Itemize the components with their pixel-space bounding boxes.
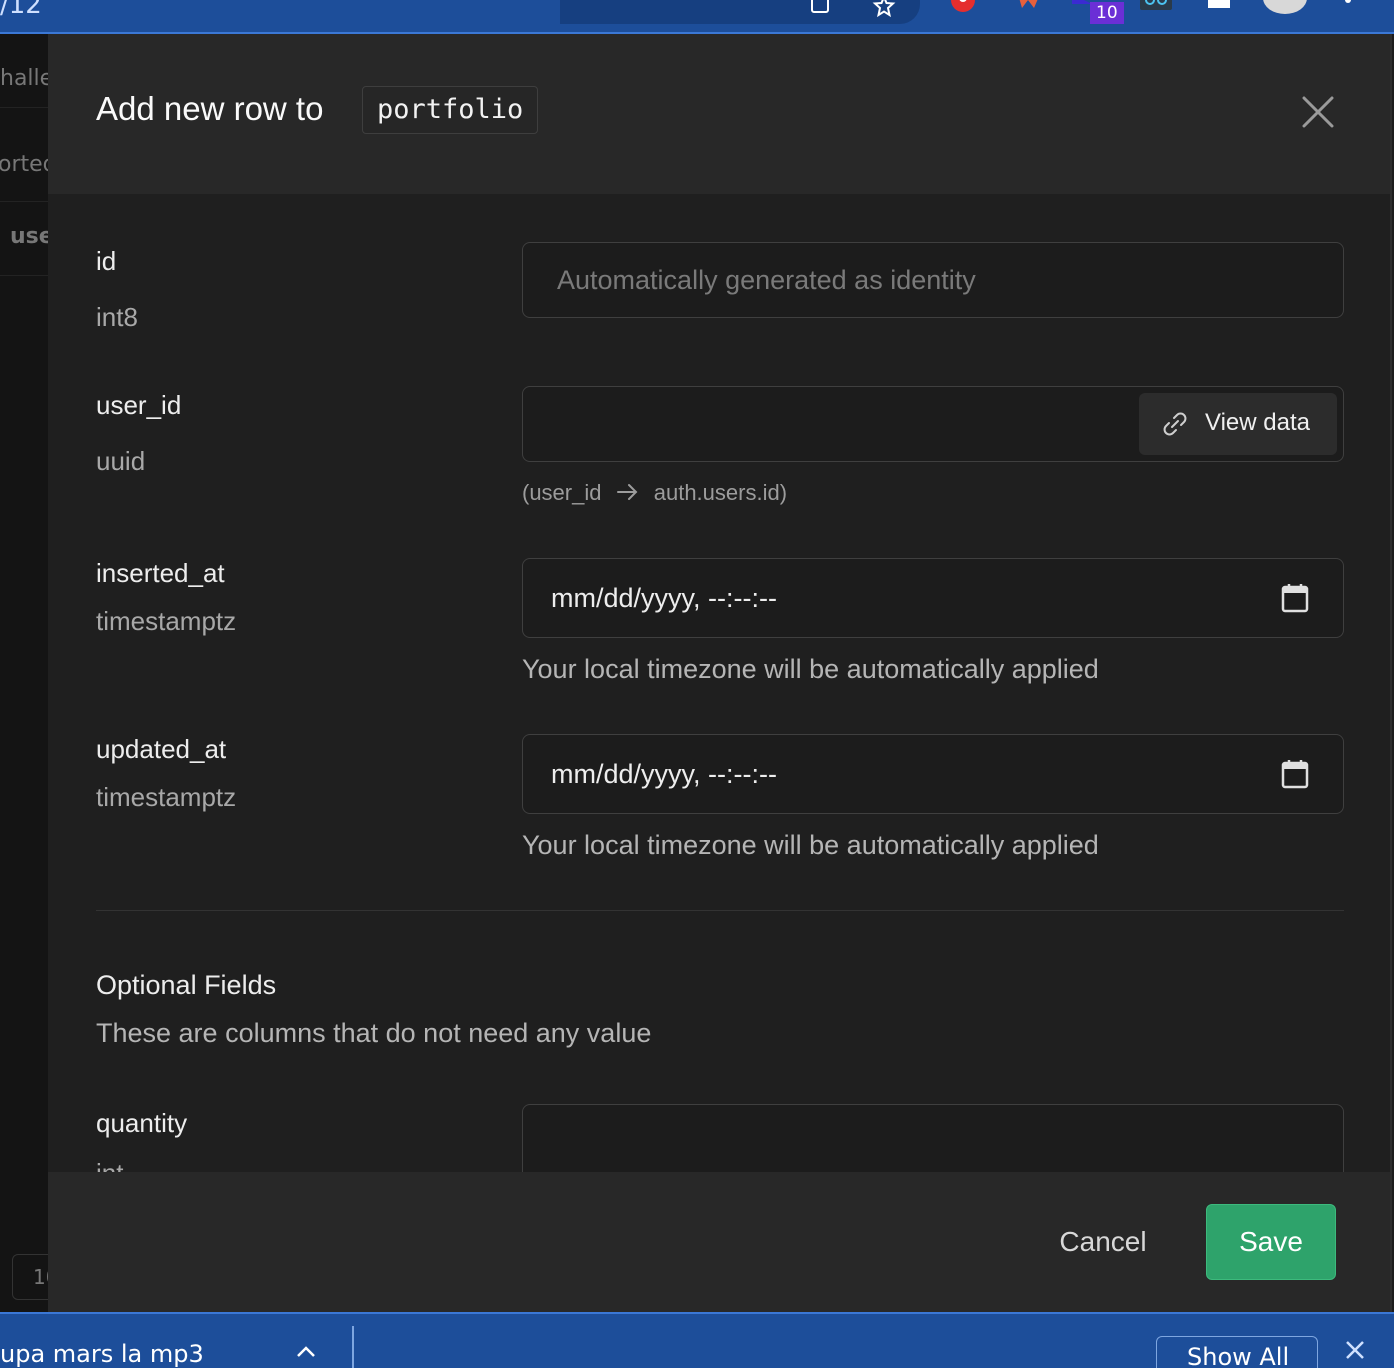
id-input[interactable]: Automatically generated as identity [522, 242, 1344, 318]
view-data-label: View data [1205, 409, 1310, 436]
updated-at-value: mm/dd/yyyy, --:--:-- [551, 759, 777, 789]
add-row-dialog: Add new row to portfolio id int8 Automat… [48, 34, 1392, 1312]
browser-menu-icon[interactable] [1340, 0, 1356, 24]
calendar-icon[interactable] [1281, 583, 1309, 613]
field-label-id: id [96, 246, 117, 276]
omnibox[interactable] [560, 0, 920, 24]
browser-toolbar: /12 10 [0, 0, 1394, 34]
optional-fields-title: Optional Fields [96, 970, 277, 1000]
field-type-updated-at: timestamptz [96, 782, 237, 812]
background-item[interactable]: use [0, 202, 48, 276]
profile-avatar-icon[interactable] [1262, 0, 1308, 24]
arrow-right-icon [616, 484, 638, 500]
background-item[interactable]: orted [0, 128, 48, 202]
timezone-hint: Your local timezone will be automaticall… [522, 830, 1099, 860]
url-text[interactable]: /12 [0, 0, 42, 20]
extension-glasses-icon[interactable] [1140, 0, 1172, 24]
extension-red-icon[interactable] [948, 0, 978, 24]
inserted-at-datetime-input[interactable]: mm/dd/yyyy, --:--:-- [522, 558, 1344, 638]
dialog-footer: Cancel Save [48, 1172, 1390, 1312]
download-file-name[interactable]: upa mars la mp3 [0, 1340, 204, 1368]
download-separator [352, 1326, 354, 1368]
extension-bookmark-icon[interactable] [1014, 0, 1044, 24]
view-data-button[interactable]: View data [1139, 393, 1337, 455]
extensions-puzzle-icon[interactable] [1206, 0, 1232, 24]
field-type-inserted-at: timestamptz [96, 606, 237, 636]
calendar-icon[interactable] [1281, 759, 1309, 789]
background-item[interactable]: halle [0, 34, 48, 108]
foreign-key-hint: (user_id auth.users.id) [522, 480, 787, 506]
field-type-id: int8 [96, 302, 138, 332]
download-bar: upa mars la mp3 Show All [0, 1312, 1394, 1368]
inserted-at-value: mm/dd/yyyy, --:--:-- [551, 583, 777, 613]
id-input-placeholder: Automatically generated as identity [557, 265, 976, 295]
section-divider [96, 910, 1344, 911]
close-icon [1302, 96, 1334, 128]
optional-fields-description: These are columns that do not need any v… [96, 1018, 652, 1048]
updated-at-datetime-input[interactable]: mm/dd/yyyy, --:--:-- [522, 734, 1344, 814]
close-icon[interactable] [1344, 1338, 1366, 1368]
show-all-button[interactable]: Show All [1156, 1336, 1318, 1368]
share-icon[interactable] [808, 0, 832, 24]
dialog-header: Add new row to portfolio [48, 34, 1390, 194]
table-name-chip: portfolio [362, 86, 539, 134]
timezone-hint: Your local timezone will be automaticall… [522, 654, 1099, 684]
save-button[interactable]: Save [1206, 1204, 1336, 1280]
field-label-quantity: quantity [96, 1108, 188, 1138]
background-sidebar: halle orted use 10 [0, 34, 48, 1314]
dialog-title: Add new row to [96, 90, 324, 127]
field-type-user-id: uuid [96, 446, 146, 476]
fk-source-column: (user_id [522, 480, 602, 505]
background-pager-input[interactable]: 10 [12, 1254, 48, 1300]
user-id-input[interactable]: View data [522, 386, 1344, 462]
extension-badge: 10 [1090, 2, 1124, 24]
fk-target-column: auth.users.id) [653, 480, 788, 505]
cancel-button[interactable]: Cancel [1038, 1204, 1168, 1280]
chevron-up-icon[interactable] [294, 1344, 318, 1364]
field-label-inserted-at: inserted_at [96, 558, 225, 588]
close-button[interactable] [1298, 92, 1338, 132]
link-icon [1163, 412, 1187, 436]
bookmark-star-icon[interactable] [872, 0, 896, 24]
extension-purple-icon[interactable] [1072, 0, 1092, 20]
field-label-updated-at: updated_at [96, 734, 227, 764]
field-label-user-id: user_id [96, 390, 182, 420]
